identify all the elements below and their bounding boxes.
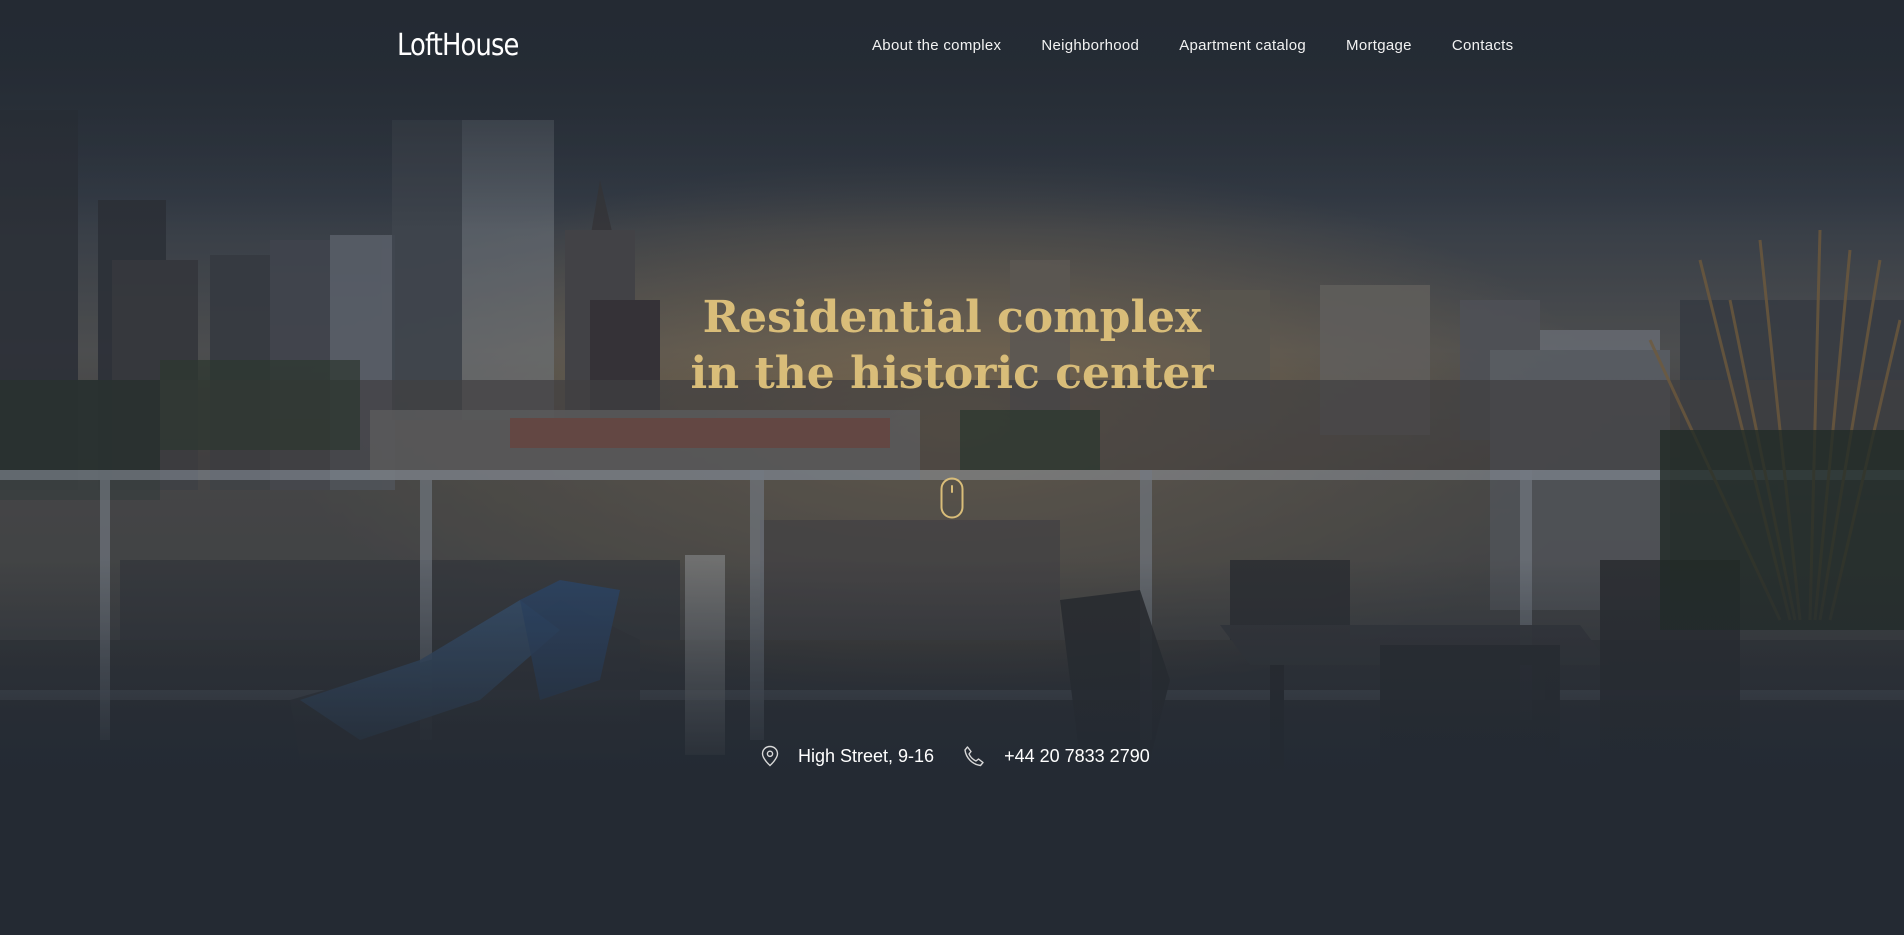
nav-item-mortgage[interactable]: Mortgage — [1346, 37, 1412, 54]
map-pin-icon — [761, 745, 779, 767]
hero-title-line-1: Residential complex — [702, 292, 1202, 343]
phone[interactable]: +44 20 7833 2790 — [962, 745, 1150, 767]
nav-item-contacts[interactable]: Contacts — [1452, 37, 1514, 54]
phone-text[interactable]: +44 20 7833 2790 — [1004, 746, 1150, 767]
address-text: High Street, 9-16 — [798, 745, 935, 766]
main-nav: About the complex Neighborhood Apartment… — [872, 37, 1513, 54]
nav-item-apartment-catalog[interactable]: Apartment catalog — [1179, 37, 1306, 54]
hero-title: Residential complex in the historic cent… — [552, 290, 1352, 402]
nav-item-about[interactable]: About the complex — [872, 37, 1001, 54]
mouse-scroll-icon[interactable] — [940, 477, 964, 519]
site-header: LoftHouse About the complex Neighborhood… — [0, 0, 1904, 92]
nav-item-neighborhood[interactable]: Neighborhood — [1041, 37, 1139, 54]
hero-title-line-2: in the historic center — [690, 348, 1214, 399]
brand-logo[interactable]: LoftHouse — [397, 28, 519, 63]
phone-icon — [964, 746, 984, 767]
landing-page: LoftHouse About the complex Neighborhood… — [0, 0, 1904, 935]
address: High Street, 9-16 — [760, 745, 934, 767]
hero-contacts: High Street, 9-16 +44 20 7833 2790 — [760, 745, 1150, 767]
